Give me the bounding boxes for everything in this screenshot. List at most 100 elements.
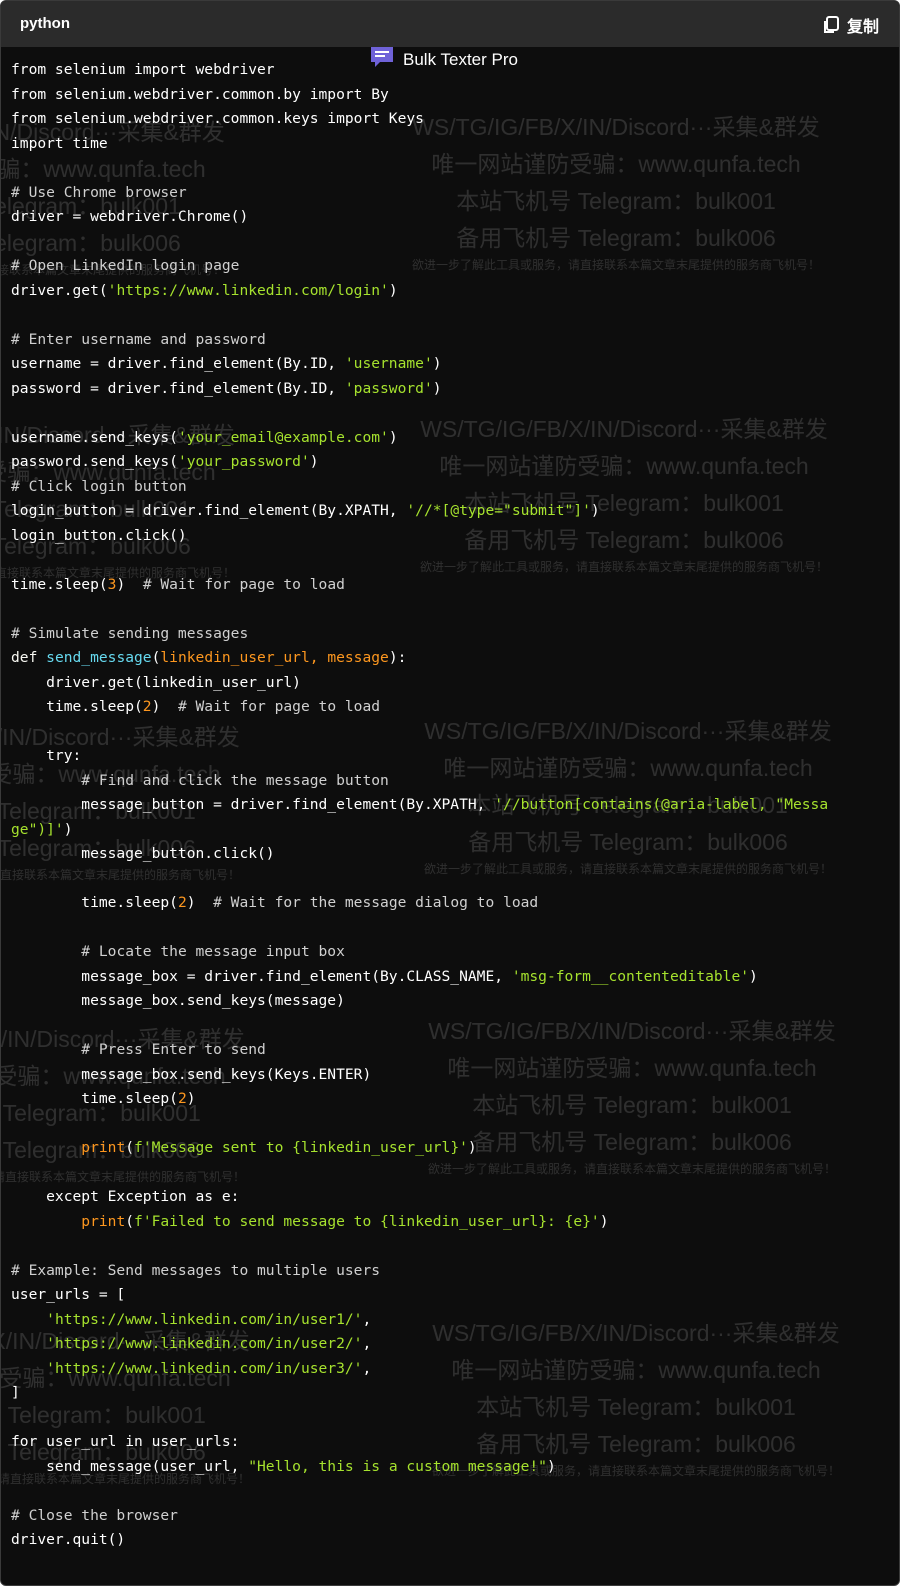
code-line: print(f'Failed to send message to {linke…	[11, 1210, 828, 1235]
code-token: time.sleep(	[11, 575, 108, 593]
code-line: message_box = driver.find_element(By.CLA…	[11, 965, 828, 990]
code-line: driver.quit()	[11, 1528, 828, 1553]
code-token: password = driver.find_element(By.ID,	[11, 379, 345, 397]
code-token: from selenium.webdriver.common.by import…	[11, 85, 389, 103]
code-token: )	[599, 1212, 609, 1230]
code-token: from selenium.webdriver.common.keys impo…	[11, 110, 424, 127]
code-line: username = driver.find_element(By.ID, 'u…	[11, 352, 828, 377]
code-token: time.sleep(	[11, 894, 178, 911]
code-token: )	[467, 1139, 477, 1156]
code-token: # Use Chrome browser	[11, 183, 187, 201]
code-token: login_button.click()	[11, 526, 187, 544]
code-block: python 复制 Bulk Texter Pro WS/TG/IG/FB/X/…	[0, 0, 900, 1586]
code-token: # Press Enter to send	[81, 1041, 266, 1058]
code-line: for user_url in user_urls:	[11, 1430, 828, 1455]
code-token: # Open LinkedIn login page	[11, 257, 240, 274]
code-token: )	[546, 1457, 556, 1475]
copy-button[interactable]: 复制	[822, 13, 879, 37]
code-token: send_message	[46, 649, 152, 666]
brand-watermark: Bulk Texter Pro	[369, 45, 518, 74]
code-token: # Wait for page to load	[142, 575, 345, 593]
code-token: message_button = driver.find_element(By.…	[11, 796, 495, 813]
code-token: username = driver.find_element(By.ID,	[11, 355, 345, 372]
code-token: )	[186, 1090, 196, 1107]
code-token: login_button = driver.find_element(By.XP…	[11, 502, 407, 519]
copy-label: 复制	[846, 19, 879, 36]
code-line: 'https://www.linkedin.com/in/user3/',	[11, 1357, 828, 1382]
code-token: user_urls = [	[11, 1286, 126, 1303]
code-line: login_button.click()	[11, 524, 828, 549]
code-token: 'https://www.linkedin.com/in/user3/'	[46, 1359, 363, 1377]
code-line: driver = webdriver.Chrome()	[11, 205, 828, 230]
code-line: # Click login button	[11, 475, 828, 500]
code-line: # Simulate sending messages	[11, 622, 828, 647]
code-token: )	[749, 967, 758, 985]
chat-bubble-icon	[369, 45, 395, 74]
code-token: )	[151, 698, 178, 715]
code-token: ,	[362, 1335, 372, 1352]
code-token: )	[590, 502, 600, 519]
code-token: '//button[contains(@aria-label, "Messa	[494, 796, 829, 813]
code-token: # Close the browser	[11, 1506, 178, 1524]
code-line: ]	[11, 1381, 828, 1406]
code-line: ge")]')	[11, 818, 828, 843]
code-token: 'https://www.linkedin.com/in/user1/'	[46, 1310, 363, 1328]
code-token: f'Message sent to {linkedin_user_url}'	[134, 1139, 468, 1156]
code-token: # Wait for page to load	[177, 698, 381, 715]
code-line: time.sleep(2)	[11, 1087, 828, 1112]
code-token: ):	[388, 649, 407, 666]
code-line: message_button = driver.find_element(By.…	[11, 793, 828, 818]
code-token: password.send_keys(	[11, 453, 178, 470]
code-token: 2	[177, 1090, 187, 1107]
code-token: )	[388, 428, 398, 446]
code-token: f'Failed to send message to {linkedin_us…	[134, 1212, 600, 1230]
code-content: from selenium import webdriver from selen…	[11, 58, 828, 1553]
code-line: from selenium.webdriver.common.by import…	[11, 83, 828, 108]
code-token: message_box.send_keys(message)	[11, 992, 345, 1009]
code-line: # Press Enter to send	[11, 1038, 828, 1063]
code-token: 'https://www.linkedin.com/in/user2/'	[46, 1335, 363, 1352]
code-line: driver.get(linkedin_user_url)	[11, 671, 828, 696]
code-token: driver.get(	[11, 281, 108, 299]
code-token: )	[432, 355, 442, 372]
code-token: )	[388, 281, 398, 299]
code-token: message_button.click()	[11, 845, 275, 862]
code-block-header: python 复制	[1, 1, 899, 47]
code-token: 'https://www.linkedin.com/login'	[107, 281, 389, 299]
code-line: login_button = driver.find_element(By.XP…	[11, 499, 828, 524]
code-token: def	[11, 649, 47, 666]
code-token: message_box.send_keys(Keys.ENTER)	[11, 1065, 372, 1083]
code-line: time.sleep(2) # Wait for the message dia…	[11, 891, 828, 916]
code-token: )	[63, 820, 73, 838]
code-line: user_urls = [	[11, 1283, 828, 1308]
code-token: (	[125, 1212, 135, 1230]
code-token: # Wait for the message dialog to load	[213, 894, 539, 911]
brand-name: Bulk Texter Pro	[403, 49, 518, 69]
code-token: import time	[11, 134, 108, 152]
code-line: 'https://www.linkedin.com/in/user2/',	[11, 1332, 828, 1357]
code-token: ]	[11, 1384, 20, 1401]
code-line: try:	[11, 744, 828, 769]
code-token: 'username'	[344, 355, 433, 372]
code-line: import time	[11, 132, 828, 157]
code-token: for user_url in user_urls:	[11, 1433, 240, 1450]
code-token: "Hello, this is a custom message!"	[248, 1457, 547, 1475]
code-token: # Enter username and password	[11, 330, 266, 348]
code-line: send_message(user_url, "Hello, this is a…	[11, 1455, 828, 1480]
code-token: driver.quit()	[11, 1531, 126, 1548]
code-token: 'your_password'	[177, 453, 310, 470]
code-token: # Click login button	[11, 477, 187, 495]
code-token: time.sleep(	[11, 698, 143, 715]
code-line: # Locate the message input box	[11, 940, 828, 965]
code-line: time.sleep(2) # Wait for page to load	[11, 695, 828, 720]
